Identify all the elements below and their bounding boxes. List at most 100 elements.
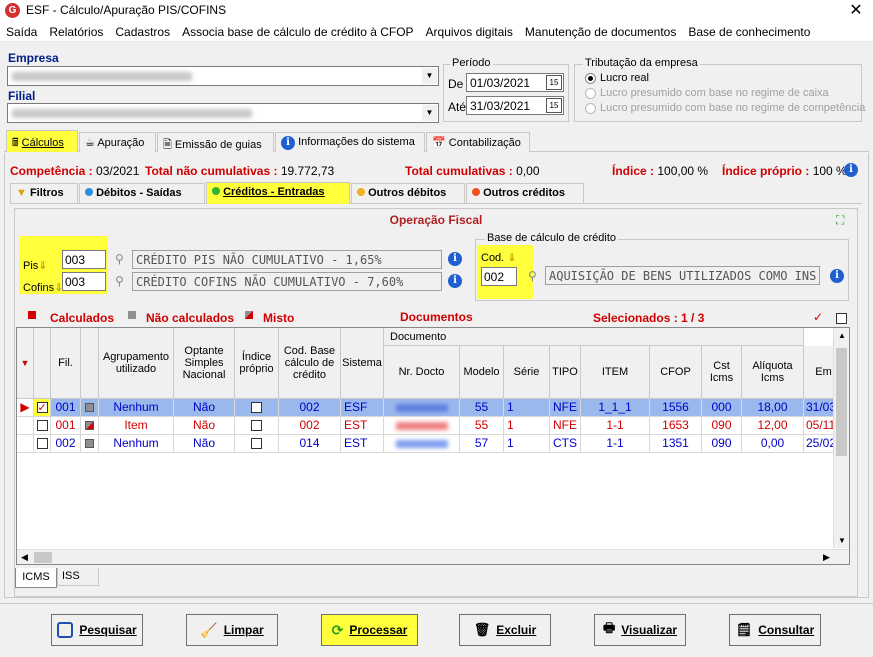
cell-cod-base[interactable]: 002	[279, 399, 341, 417]
checkbox[interactable]	[251, 402, 262, 414]
cell-indice-proprio[interactable]	[235, 399, 279, 417]
col-fil[interactable]: Fil.	[51, 328, 81, 399]
cell-cod-base[interactable]: 002	[279, 417, 341, 435]
select-all-check-icon[interactable]: ✓	[813, 310, 823, 324]
expand-icon[interactable]: ⛶	[836, 213, 844, 228]
cell-serie[interactable]: 1	[504, 417, 550, 435]
col-serie[interactable]: Série	[504, 346, 550, 399]
checkbox-checked[interactable]	[36, 400, 48, 416]
consultar-button[interactable]: 🗒 Consultar	[729, 614, 821, 646]
cell-tipo[interactable]: CTS	[550, 435, 581, 453]
tab-iss[interactable]: ISS	[57, 568, 99, 586]
col-agrupamento[interactable]: Agrupamento utilizado	[99, 328, 174, 399]
excluir-button[interactable]: 🗑 Excluir	[459, 614, 551, 646]
presumido-competencia-radio[interactable]	[585, 103, 596, 114]
table-row-checkbox[interactable]	[34, 399, 51, 417]
presumido-caixa-radio[interactable]	[585, 88, 596, 99]
date-to-field[interactable]: 31/03/2021 15	[466, 96, 564, 115]
menu-saida[interactable]: Saída	[0, 22, 43, 39]
calendar-icon[interactable]: 15	[546, 75, 562, 90]
cell-fil[interactable]: 002	[51, 435, 81, 453]
scroll-down-icon[interactable]: ▼	[838, 536, 846, 545]
cell-tipo[interactable]: NFE	[550, 399, 581, 417]
cofins-code-input[interactable]: 003	[62, 272, 106, 291]
cell-cfop[interactable]: 1351	[650, 435, 702, 453]
cell-item[interactable]: 1-1	[581, 417, 650, 435]
col-tipo[interactable]: TIPO	[550, 346, 581, 399]
tab-emissao-guias[interactable]: 🗎 Emissão de guias	[157, 132, 274, 152]
date-from-field[interactable]: 01/03/2021 15	[466, 73, 564, 92]
col-item[interactable]: ITEM	[581, 346, 650, 399]
empresa-select[interactable]: ▼	[7, 66, 439, 86]
menu-base-conhecimento[interactable]: Base de conhecimento	[682, 22, 816, 39]
cod-base-input[interactable]: 002	[481, 267, 517, 286]
cell-cst-icms[interactable]: 000	[702, 399, 742, 417]
cell-modelo[interactable]: 55	[460, 399, 504, 417]
binoculars-icon[interactable]: ⚲	[115, 274, 124, 288]
scroll-left-icon[interactable]: ◀	[21, 552, 28, 563]
menu-manutencao[interactable]: Manutenção de documentos	[519, 22, 682, 39]
table-row-checkbox[interactable]	[34, 417, 51, 435]
tab-debitos-saidas[interactable]: Débitos - Saídas	[79, 183, 205, 203]
cell-agrupamento[interactable]: Item	[99, 417, 174, 435]
col-aliquota-icms[interactable]: Alíquota Icms	[742, 346, 804, 399]
deselect-all-checkbox[interactable]	[836, 313, 847, 325]
horizontal-scrollbar[interactable]: ◀ ▶	[17, 549, 849, 564]
vertical-scrollbar[interactable]: ▲ ▼	[833, 328, 849, 548]
tab-informacoes[interactable]: i Informações do sistema	[275, 132, 425, 152]
checkbox[interactable]	[36, 438, 48, 450]
tab-icms[interactable]: ICMS	[15, 568, 57, 588]
cell-item[interactable]: 1_1_1	[581, 399, 650, 417]
cell-tipo[interactable]: NFE	[550, 417, 581, 435]
cell-agrupamento[interactable]: Nenhum	[99, 399, 174, 417]
close-window-button[interactable]: ✕	[846, 1, 866, 21]
info-icon[interactable]: i	[448, 252, 462, 266]
cell-fil[interactable]: 001	[51, 399, 81, 417]
col-optante-simples[interactable]: Optante Simples Nacional	[174, 328, 235, 399]
table-row-checkbox[interactable]	[34, 435, 51, 453]
cell-sistema[interactable]: EST	[341, 435, 384, 453]
tab-creditos-entradas[interactable]: Créditos - Entradas	[206, 182, 350, 204]
info-icon[interactable]: i	[830, 269, 844, 283]
chevron-down-icon[interactable]: ▼	[422, 105, 437, 121]
cell-optante[interactable]: Não	[174, 399, 235, 417]
tab-calculos[interactable]: 🖩 Cálculos	[6, 130, 78, 152]
info-icon[interactable]: i	[448, 274, 462, 288]
cell-optante[interactable]: Não	[174, 417, 235, 435]
scroll-right-icon[interactable]: ▶	[823, 552, 830, 563]
tab-outros-debitos[interactable]: Outros débitos	[351, 183, 465, 203]
cell-item[interactable]: 1-1	[581, 435, 650, 453]
vertical-scroll-thumb[interactable]	[836, 348, 847, 456]
cell-aliquota[interactable]: 0,00	[742, 435, 804, 453]
tab-contabilizacao[interactable]: 📅 Contabilização	[426, 132, 530, 152]
col-cfop[interactable]: CFOP	[650, 346, 702, 399]
checkbox[interactable]	[36, 420, 48, 432]
cell-nr-docto[interactable]	[384, 435, 460, 453]
filial-select[interactable]: ▼	[7, 103, 439, 123]
cell-aliquota[interactable]: 12,00	[742, 417, 804, 435]
calendar-icon[interactable]: 15	[546, 98, 562, 113]
cell-modelo[interactable]: 55	[460, 417, 504, 435]
visualizar-button[interactable]: 🖶 Visualizar	[594, 614, 686, 646]
tab-outros-creditos[interactable]: Outros créditos	[466, 183, 584, 203]
cell-sistema[interactable]: ESF	[341, 399, 384, 417]
menu-arquivos-digitais[interactable]: Arquivos digitais	[420, 22, 519, 39]
cell-cfop[interactable]: 1653	[650, 417, 702, 435]
tab-apuracao[interactable]: ☕ Apuração	[79, 132, 156, 152]
col-indice-proprio[interactable]: Índice próprio	[235, 328, 279, 399]
cell-sistema[interactable]: EST	[341, 417, 384, 435]
info-icon[interactable]: i	[844, 163, 858, 177]
cell-cod-base[interactable]: 014	[279, 435, 341, 453]
cell-cst-icms[interactable]: 090	[702, 417, 742, 435]
col-nr-docto[interactable]: Nr. Docto	[384, 346, 460, 399]
lucro-real-radio[interactable]	[585, 73, 596, 84]
cell-nr-docto[interactable]	[384, 417, 460, 435]
binoculars-icon[interactable]: ⚲	[115, 252, 124, 266]
col-modelo[interactable]: Modelo	[460, 346, 504, 399]
sort-indicator-header[interactable]: ▼	[17, 328, 34, 399]
horizontal-scroll-thumb[interactable]	[34, 552, 52, 563]
processar-button[interactable]: ⟳ Processar	[321, 614, 418, 646]
cell-indice-proprio[interactable]	[235, 417, 279, 435]
checkbox[interactable]	[251, 438, 262, 450]
scroll-up-icon[interactable]: ▲	[838, 331, 846, 340]
